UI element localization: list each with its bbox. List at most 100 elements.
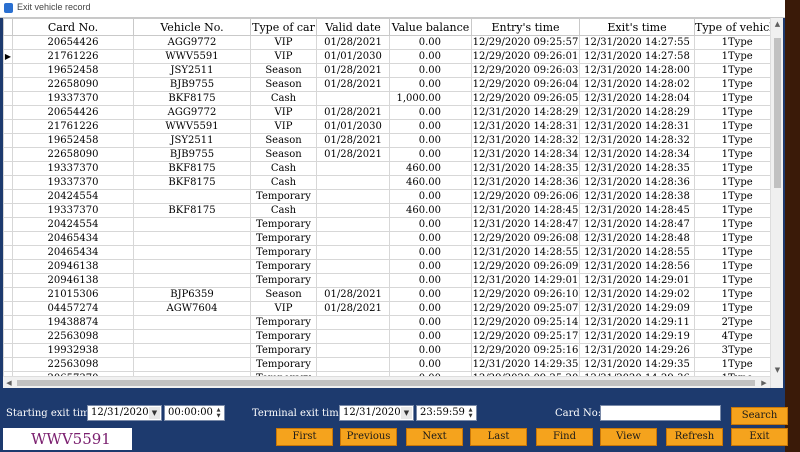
next-button[interactable]: Next: [406, 428, 463, 446]
table-row[interactable]: 19652458 JSY2511 Season 01/28/2021 0.00 12/29…: [3, 63, 781, 78]
table-cell: 01/28/2021: [316, 77, 390, 92]
row-selector[interactable]: [3, 91, 13, 106]
row-selector[interactable]: [3, 287, 13, 302]
refresh-button[interactable]: Refresh: [666, 428, 723, 446]
table-row[interactable]: ▶ 21761226 WWV5591 VIP 01/01/2030 0.00 12/29/2…: [3, 49, 781, 64]
row-selector[interactable]: [3, 161, 13, 176]
table-cell: 12/31/2020 14:29:01: [579, 273, 695, 288]
table-row[interactable]: 22563098 Temporary 0.00 12/29/2020 09:25:17…: [3, 329, 781, 344]
table-cell: Season: [250, 63, 317, 78]
table-cell: 12/29/2020 09:25:16: [471, 343, 580, 358]
table-cell: 0.00: [389, 63, 472, 78]
row-selector[interactable]: [3, 77, 13, 92]
table-row[interactable]: 19337370 BKF8175 Cash 460.00 12/31/2020 14:2…: [3, 203, 781, 218]
column-header[interactable]: Type of car: [250, 18, 317, 36]
scroll-left-icon[interactable]: ◀: [3, 377, 15, 388]
first-button[interactable]: First: [276, 428, 333, 446]
table-cell: 01/28/2021: [316, 35, 390, 50]
table-row[interactable]: 20946138 Temporary 0.00 12/29/2020 09:26:09…: [3, 259, 781, 274]
table-row[interactable]: 19652458 JSY2511 Season 01/28/2021 0.00 12/31…: [3, 133, 781, 148]
spin-updown-icon[interactable]: ▲ ▼: [466, 407, 475, 419]
table-cell: JSY2511: [133, 133, 251, 148]
column-header[interactable]: Valid date: [316, 18, 390, 36]
table-cell: 1Type: [693, 189, 781, 204]
row-selector[interactable]: [3, 315, 13, 330]
find-button[interactable]: Find: [536, 428, 593, 446]
scroll-right-icon[interactable]: ▶: [758, 377, 770, 388]
table-cell: 12/31/2020 14:28:45: [579, 203, 695, 218]
end-time-input[interactable]: 23:59:59 ▲ ▼: [416, 405, 477, 421]
scroll-up-icon[interactable]: ▲: [771, 18, 783, 30]
view-button[interactable]: View: [600, 428, 657, 446]
table-row[interactable]: 20465434 Temporary 0.00 12/29/2020 09:26:08…: [3, 231, 781, 246]
table-cell: 1Type: [693, 63, 781, 78]
row-selector[interactable]: [3, 357, 13, 372]
chevron-down-icon[interactable]: ▼: [401, 407, 412, 419]
table-row[interactable]: 20465434 Temporary 0.00 12/31/2020 14:28:55…: [3, 245, 781, 260]
vertical-scrollbar[interactable]: ▲ ▼: [770, 18, 783, 388]
table-row[interactable]: 21015306 BJP6359 Season 01/28/2021 0.00 12/29…: [3, 287, 781, 302]
table-cell: WWV5591: [133, 49, 251, 64]
scroll-down-icon[interactable]: ▼: [771, 364, 783, 376]
table-cell: 0.00: [389, 231, 472, 246]
row-selector[interactable]: [3, 217, 13, 232]
column-header[interactable]: Entry's time: [471, 18, 580, 36]
chevron-down-icon[interactable]: ▼: [149, 407, 160, 419]
row-selector[interactable]: [3, 63, 13, 78]
table-row[interactable]: 20946138 Temporary 0.00 12/31/2020 14:29:01…: [3, 273, 781, 288]
table-row[interactable]: 19337370 BKF8175 Cash 460.00 12/31/2020 14:2…: [3, 161, 781, 176]
triangle-right-icon[interactable]: ▶: [3, 49, 13, 64]
end-date-picker[interactable]: 12/31/2020 ▼: [339, 405, 414, 421]
spin-updown-icon[interactable]: ▲ ▼: [214, 407, 223, 419]
table-row[interactable]: 19932938 Temporary 0.00 12/29/2020 09:25:16…: [3, 343, 781, 358]
row-selector[interactable]: [3, 133, 13, 148]
column-header[interactable]: Type of vehicle: [693, 18, 781, 36]
column-header[interactable]: Card No.: [12, 18, 134, 36]
horizontal-scroll-thumb[interactable]: [17, 380, 755, 386]
search-button[interactable]: Search: [731, 407, 788, 425]
row-selector[interactable]: [3, 189, 13, 204]
row-selector[interactable]: [3, 301, 13, 316]
table-row[interactable]: 22563098 Temporary 0.00 12/31/2020 14:29:35…: [3, 357, 781, 372]
row-selector[interactable]: [3, 343, 13, 358]
table-row[interactable]: 20424554 Temporary 0.00 12/31/2020 14:28:47…: [3, 217, 781, 232]
row-selector[interactable]: [3, 203, 13, 218]
row-selector[interactable]: [3, 147, 13, 162]
table-row[interactable]: 19337370 BKF8175 Cash 1,000.00 12/29/2020 09…: [3, 91, 781, 106]
table-cell: 19652458: [12, 63, 134, 78]
table-row[interactable]: 22658090 BJB9755 Season 01/28/2021 0.00 12/29…: [3, 77, 781, 92]
row-selector[interactable]: [3, 329, 13, 344]
row-selector[interactable]: [3, 175, 13, 190]
table-cell: 1Type: [693, 203, 781, 218]
table-row[interactable]: 04457274 AGW7604 VIP 01/28/2021 0.00 12/29/20…: [3, 301, 781, 316]
table-row[interactable]: 20654426 AGG9772 VIP 01/28/2021 0.00 12/29/20…: [3, 35, 781, 50]
table-row[interactable]: 19337370 BKF8175 Cash 460.00 12/31/2020 14:2…: [3, 175, 781, 190]
start-date-picker[interactable]: 12/31/2020 ▼: [87, 405, 162, 421]
table-row[interactable]: 21761226 WWV5591 VIP 01/01/2030 0.00 12/31/20…: [3, 119, 781, 134]
row-selector[interactable]: [3, 273, 13, 288]
table-cell: 19337370: [12, 91, 134, 106]
column-header[interactable]: Exit's time: [579, 18, 695, 36]
column-header[interactable]: Vehicle No.: [133, 18, 251, 36]
horizontal-scrollbar[interactable]: ◀ ▶: [3, 376, 770, 388]
exit-record-grid[interactable]: Card No. Vehicle No. Type of car Valid d…: [3, 18, 783, 388]
start-time-input[interactable]: 00:00:00 ▲ ▼: [164, 405, 225, 421]
table-row[interactable]: 19438874 Temporary 0.00 12/29/2020 09:25:14…: [3, 315, 781, 330]
row-selector[interactable]: [3, 105, 13, 120]
table-cell: 12/29/2020 09:26:08: [471, 231, 580, 246]
table-row[interactable]: 20424554 Temporary 0.00 12/29/2020 09:26:06…: [3, 189, 781, 204]
vertical-scroll-thumb[interactable]: [774, 38, 781, 188]
table-cell: [316, 189, 390, 204]
row-selector[interactable]: [3, 119, 13, 134]
table-row[interactable]: 20654426 AGG9772 VIP 01/28/2021 0.00 12/31/20…: [3, 105, 781, 120]
column-header[interactable]: Value balance: [389, 18, 472, 36]
exit-button[interactable]: Exit: [731, 428, 788, 446]
last-button[interactable]: Last: [470, 428, 527, 446]
row-selector[interactable]: [3, 245, 13, 260]
card-no-input[interactable]: [600, 405, 721, 421]
table-row[interactable]: 22658090 BJB9755 Season 01/28/2021 0.00 12/31…: [3, 147, 781, 162]
row-selector[interactable]: [3, 35, 13, 50]
row-selector[interactable]: [3, 231, 13, 246]
previous-button[interactable]: Previous: [340, 428, 397, 446]
row-selector[interactable]: [3, 259, 13, 274]
